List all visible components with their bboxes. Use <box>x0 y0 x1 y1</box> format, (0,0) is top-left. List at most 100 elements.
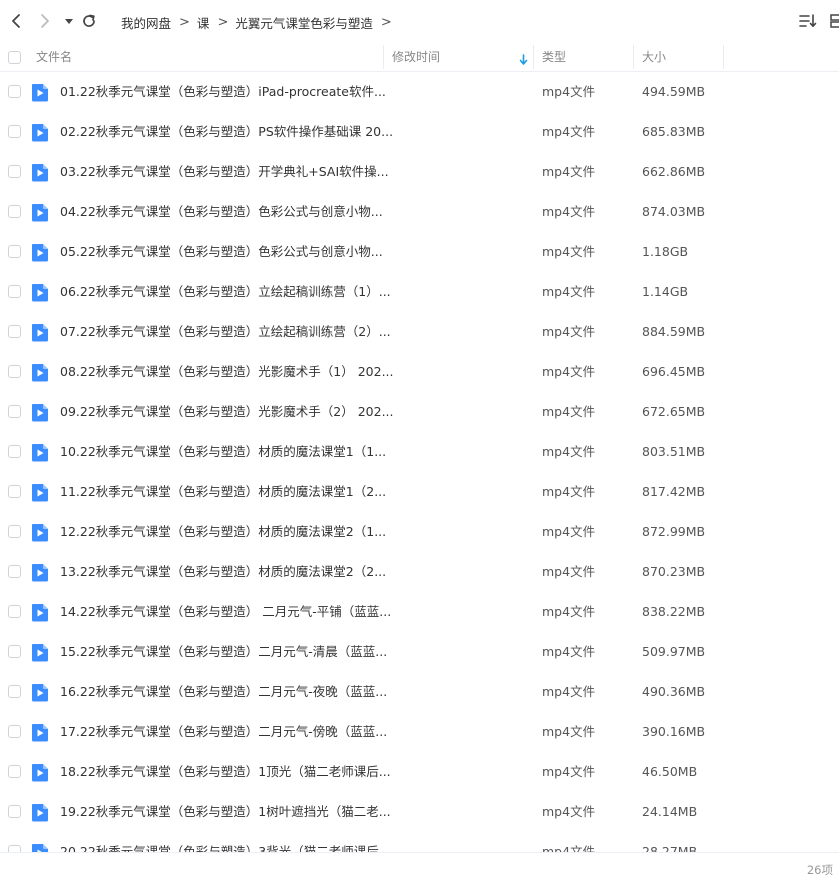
row-checkbox[interactable] <box>8 405 21 418</box>
file-size: 803.51MB <box>642 444 706 459</box>
file-name[interactable]: 03.22秋季元气课堂（色彩与塑造）开学典礼+SAI软件操... <box>60 152 389 192</box>
arrow-down-icon[interactable] <box>519 51 528 70</box>
file-type: mp4文件 <box>542 444 596 459</box>
file-type: mp4文件 <box>542 164 596 179</box>
row-checkbox[interactable] <box>8 125 21 138</box>
file-name[interactable]: 17.22秋季元气课堂（色彩与塑造）二月元气-傍晚（蓝蓝... <box>60 712 387 752</box>
file-row[interactable]: 13.22秋季元气课堂（色彩与塑造）材质的魔法课堂2（2... mp4文件 870.… <box>0 552 839 592</box>
file-name[interactable]: 12.22秋季元气课堂（色彩与塑造）材质的魔法课堂2（1... <box>60 512 386 552</box>
file-row[interactable]: 06.22秋季元气课堂（色彩与塑造）立绘起稿训练营（1）... mp4文件 1.14… <box>0 272 839 312</box>
column-divider[interactable] <box>533 45 534 69</box>
file-name[interactable]: 20.22秋季元气课堂（色彩与塑造）3背光（猫二老师课后... <box>60 832 391 852</box>
file-row[interactable]: 16.22秋季元气课堂（色彩与塑造）二月元气-夜晚（蓝蓝... mp4文件 490.… <box>0 672 839 712</box>
row-checkbox[interactable] <box>8 805 21 818</box>
back-button[interactable] <box>7 12 25 30</box>
file-type: mp4文件 <box>542 844 596 852</box>
breadcrumb-item[interactable]: 我的网盘 <box>121 13 171 32</box>
file-size: 696.45MB <box>642 364 706 379</box>
row-checkbox[interactable] <box>8 605 21 618</box>
file-type: mp4文件 <box>542 204 596 219</box>
history-dropdown-button[interactable] <box>60 12 78 30</box>
video-file-icon <box>31 163 49 182</box>
file-row[interactable]: 02.22秋季元气课堂（色彩与塑造）PS软件操作基础课 20... mp4文件 68… <box>0 112 839 152</box>
column-divider[interactable] <box>383 45 384 69</box>
file-type: mp4文件 <box>542 284 596 299</box>
row-checkbox[interactable] <box>8 205 21 218</box>
column-divider[interactable] <box>723 45 724 69</box>
file-row[interactable]: 01.22秋季元气课堂（色彩与塑造）iPad-procreate软件... mp4… <box>0 72 839 112</box>
file-name[interactable]: 18.22秋季元气课堂（色彩与塑造）1顶光（猫二老师课后... <box>60 752 391 792</box>
video-file-icon <box>31 83 49 102</box>
file-name[interactable]: 04.22秋季元气课堂（色彩与塑造）色彩公式与创意小物... <box>60 192 383 232</box>
file-row[interactable]: 04.22秋季元气课堂（色彩与塑造）色彩公式与创意小物... mp4文件 874.0… <box>0 192 839 232</box>
file-row[interactable]: 12.22秋季元气课堂（色彩与塑造）材质的魔法课堂2（1... mp4文件 872.… <box>0 512 839 552</box>
header-name[interactable]: 文件名 <box>36 42 72 72</box>
caret-down-icon <box>65 19 73 24</box>
select-all-checkbox[interactable] <box>8 51 21 64</box>
file-type: mp4文件 <box>542 644 596 659</box>
toolbar: 我的网盘 > 课 > 光翼元气课堂色彩与塑造 > <box>0 0 839 42</box>
sort-menu-button[interactable] <box>798 12 818 34</box>
file-row[interactable]: 17.22秋季元气课堂（色彩与塑造）二月元气-傍晚（蓝蓝... mp4文件 390.… <box>0 712 839 752</box>
row-checkbox[interactable] <box>8 485 21 498</box>
file-row[interactable]: 07.22秋季元气课堂（色彩与塑造）立绘起稿训练营（2）... mp4文件 884.… <box>0 312 839 352</box>
video-file-icon <box>31 123 49 142</box>
file-size: 494.59MB <box>642 84 706 99</box>
file-name[interactable]: 14.22秋季元气课堂（色彩与塑造） 二月元气-平铺（蓝蓝... <box>60 592 391 632</box>
file-name[interactable]: 19.22秋季元气课堂（色彩与塑造）1树叶遮挡光（猫二老... <box>60 792 391 832</box>
row-checkbox[interactable] <box>8 445 21 458</box>
header-modified[interactable]: 修改时间 <box>392 42 440 72</box>
file-row[interactable]: 08.22秋季元气课堂（色彩与塑造）光影魔术手（1） 202... mp4文件 69… <box>0 352 839 392</box>
file-name[interactable]: 15.22秋季元气课堂（色彩与塑造）二月元气-清晨（蓝蓝... <box>60 632 387 672</box>
row-checkbox[interactable] <box>8 525 21 538</box>
grid-view-icon <box>830 14 839 28</box>
header-size[interactable]: 大小 <box>642 42 666 72</box>
row-checkbox[interactable] <box>8 645 21 658</box>
file-row[interactable]: 18.22秋季元气课堂（色彩与塑造）1顶光（猫二老师课后... mp4文件 46.5… <box>0 752 839 792</box>
file-row[interactable]: 11.22秋季元气课堂（色彩与塑造）材质的魔法课堂1（2... mp4文件 817.… <box>0 472 839 512</box>
video-file-icon <box>31 603 49 622</box>
file-name[interactable]: 05.22秋季元气课堂（色彩与塑造）色彩公式与创意小物... <box>60 232 383 272</box>
column-divider[interactable] <box>633 45 634 69</box>
forward-button[interactable] <box>36 12 54 30</box>
file-name[interactable]: 13.22秋季元气课堂（色彩与塑造）材质的魔法课堂2（2... <box>60 552 386 592</box>
file-row[interactable]: 20.22秋季元气课堂（色彩与塑造）3背光（猫二老师课后... mp4文件 28.2… <box>0 832 839 852</box>
file-row[interactable]: 03.22秋季元气课堂（色彩与塑造）开学典礼+SAI软件操... mp4文件 662… <box>0 152 839 192</box>
file-name[interactable]: 06.22秋季元气课堂（色彩与塑造）立绘起稿训练营（1）... <box>60 272 391 312</box>
row-checkbox[interactable] <box>8 285 21 298</box>
refresh-button[interactable] <box>80 12 98 30</box>
row-checkbox[interactable] <box>8 325 21 338</box>
file-type: mp4文件 <box>542 524 596 539</box>
file-row[interactable]: 14.22秋季元气课堂（色彩与塑造） 二月元气-平铺（蓝蓝... mp4文件 838… <box>0 592 839 632</box>
row-checkbox[interactable] <box>8 365 21 378</box>
file-size: 870.23MB <box>642 564 706 579</box>
row-checkbox[interactable] <box>8 765 21 778</box>
row-checkbox[interactable] <box>8 685 21 698</box>
header-type[interactable]: 类型 <box>542 42 566 72</box>
file-row[interactable]: 19.22秋季元气课堂（色彩与塑造）1树叶遮挡光（猫二老... mp4文件 24.1… <box>0 792 839 832</box>
more-menu-button[interactable] <box>828 12 839 34</box>
file-name[interactable]: 16.22秋季元气课堂（色彩与塑造）二月元气-夜晚（蓝蓝... <box>60 672 387 712</box>
file-row[interactable]: 09.22秋季元气课堂（色彩与塑造）光影魔术手（2） 202... mp4文件 67… <box>0 392 839 432</box>
file-type: mp4文件 <box>542 124 596 139</box>
chevron-right-icon <box>41 14 49 28</box>
file-name[interactable]: 09.22秋季元气课堂（色彩与塑造）光影魔术手（2） 202... <box>60 392 394 432</box>
file-row[interactable]: 10.22秋季元气课堂（色彩与塑造）材质的魔法课堂1（1... mp4文件 803.… <box>0 432 839 472</box>
breadcrumb-item[interactable]: 课 <box>197 13 210 32</box>
file-row[interactable]: 05.22秋季元气课堂（色彩与塑造）色彩公式与创意小物... mp4文件 1.18G… <box>0 232 839 272</box>
file-name[interactable]: 02.22秋季元气课堂（色彩与塑造）PS软件操作基础课 20... <box>60 112 393 152</box>
file-type: mp4文件 <box>542 484 596 499</box>
file-name[interactable]: 08.22秋季元气课堂（色彩与塑造）光影魔术手（1） 202... <box>60 352 394 392</box>
breadcrumb-item[interactable]: 光翼元气课堂色彩与塑造 <box>235 13 373 32</box>
file-name[interactable]: 01.22秋季元气课堂（色彩与塑造）iPad-procreate软件... <box>60 72 386 112</box>
row-checkbox[interactable] <box>8 565 21 578</box>
row-checkbox[interactable] <box>8 725 21 738</box>
row-checkbox[interactable] <box>8 845 21 852</box>
row-checkbox[interactable] <box>8 165 21 178</box>
file-name[interactable]: 11.22秋季元气课堂（色彩与塑造）材质的魔法课堂1（2... <box>60 472 386 512</box>
row-checkbox[interactable] <box>8 85 21 98</box>
file-row[interactable]: 15.22秋季元气课堂（色彩与塑造）二月元气-清晨（蓝蓝... mp4文件 509.… <box>0 632 839 672</box>
file-name[interactable]: 10.22秋季元气课堂（色彩与塑造）材质的魔法课堂1（1... <box>60 432 386 472</box>
row-checkbox[interactable] <box>8 245 21 258</box>
file-name[interactable]: 07.22秋季元气课堂（色彩与塑造）立绘起稿训练营（2）... <box>60 312 391 352</box>
